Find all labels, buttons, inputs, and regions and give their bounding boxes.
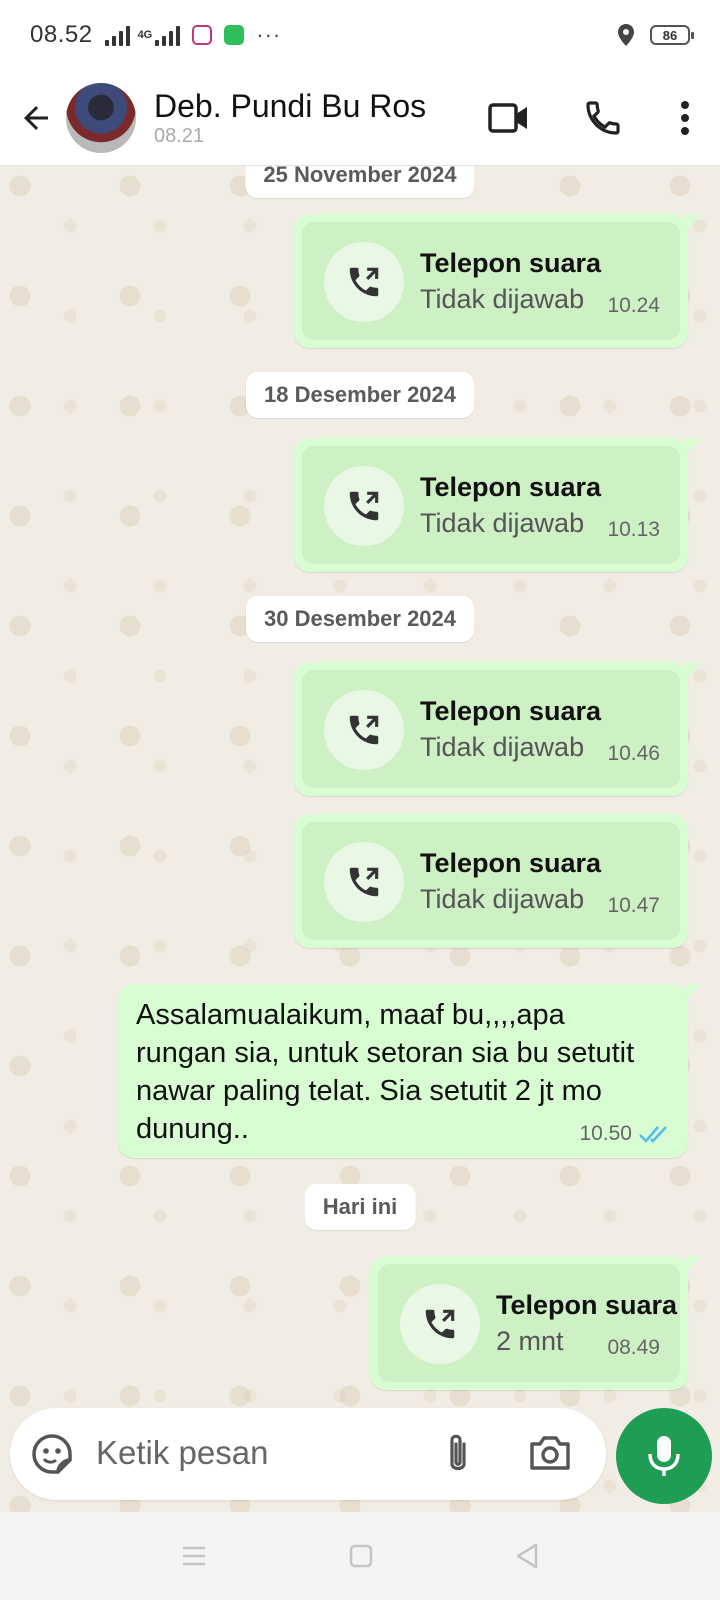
back-button[interactable] bbox=[6, 88, 66, 148]
home-icon[interactable] bbox=[348, 1543, 374, 1569]
sticker-button[interactable] bbox=[28, 1430, 76, 1483]
attach-button[interactable] bbox=[438, 1430, 478, 1483]
status-time: 08.52 bbox=[30, 21, 93, 48]
camera-button[interactable] bbox=[528, 1432, 572, 1477]
voice-call-button[interactable] bbox=[556, 70, 650, 166]
call-card: Telepon suara Tidak dijawab 10.24 bbox=[302, 222, 680, 340]
more-notifications-icon: ··· bbox=[256, 22, 282, 47]
call-title: Telepon suara bbox=[420, 848, 602, 878]
call-card: Telepon suara Tidak dijawab 10.46 bbox=[302, 670, 680, 788]
system-nav-bar bbox=[0, 1512, 720, 1600]
chat-area[interactable]: 25 November 2024 Telepon suara Tidak dij… bbox=[0, 166, 720, 1512]
outgoing-call-icon bbox=[324, 690, 404, 770]
status-bar: 08.52 4G ··· 86 bbox=[0, 0, 720, 70]
call-message[interactable]: Telepon suara Tidak dijawab 10.46 bbox=[294, 662, 702, 796]
message-time: 10.46 bbox=[607, 742, 660, 765]
app-notification-icon bbox=[224, 25, 245, 45]
call-status: Tidak dijawab bbox=[420, 284, 585, 314]
instagram-icon bbox=[192, 25, 213, 45]
date-separator: 18 Desember 2024 bbox=[245, 372, 475, 418]
date-separator: 25 November 2024 bbox=[245, 166, 475, 198]
call-message[interactable]: Telepon suara 2 mnt 08.49 bbox=[370, 1256, 702, 1390]
menu-icon[interactable] bbox=[180, 1544, 208, 1568]
battery-level: 86 bbox=[662, 27, 678, 43]
call-title: Telepon suara bbox=[496, 1290, 678, 1320]
message-text: Assalamualaikum, maaf bu,,,,apa rungan s… bbox=[136, 999, 635, 1145]
mic-icon bbox=[648, 1436, 680, 1476]
video-call-button[interactable] bbox=[462, 70, 556, 166]
call-status: Tidak dijawab bbox=[420, 508, 585, 538]
video-call-icon bbox=[488, 102, 527, 133]
call-card: Telepon suara Tidak dijawab 10.47 bbox=[302, 822, 680, 940]
outgoing-call-icon bbox=[324, 242, 404, 322]
call-status: 2 mnt bbox=[496, 1326, 564, 1356]
signal-icon bbox=[104, 24, 130, 46]
double-check-icon bbox=[639, 1126, 667, 1143]
signal-icon-2 bbox=[155, 24, 181, 46]
more-options-button[interactable] bbox=[650, 70, 720, 166]
chat-header: Deb. Pundi Bu Ros 08.21 bbox=[0, 70, 720, 166]
voice-message-button[interactable] bbox=[616, 1408, 712, 1504]
call-card: Telepon suara Tidak dijawab 10.13 bbox=[302, 446, 680, 564]
contact-name: Deb. Pundi Bu Ros bbox=[154, 87, 427, 124]
attach-icon bbox=[450, 1434, 466, 1471]
call-status: Tidak dijawab bbox=[420, 732, 585, 762]
contact-avatar[interactable] bbox=[66, 82, 136, 153]
location-icon bbox=[618, 24, 634, 46]
text-message[interactable]: Assalamualaikum, maaf bu,,,,apa rungan s… bbox=[118, 984, 702, 1158]
outgoing-call-icon bbox=[324, 466, 404, 546]
battery-indicator: 86 bbox=[650, 25, 694, 45]
more-options-icon bbox=[681, 100, 689, 135]
message-time: 10.47 bbox=[607, 894, 660, 917]
call-title: Telepon suara bbox=[420, 472, 602, 502]
date-separator: 30 Desember 2024 bbox=[245, 596, 475, 642]
call-message[interactable]: Telepon suara Tidak dijawab 10.47 bbox=[294, 814, 688, 948]
call-title: Telepon suara bbox=[420, 248, 602, 278]
call-message[interactable]: Telepon suara Tidak dijawab 10.13 bbox=[294, 438, 702, 572]
call-title: Telepon suara bbox=[420, 696, 602, 726]
message-time: 10.50 bbox=[579, 1122, 632, 1145]
outgoing-call-icon bbox=[400, 1284, 480, 1364]
date-separator: Hari ini bbox=[304, 1184, 416, 1230]
contact-info[interactable]: Deb. Pundi Bu Ros 08.21 bbox=[154, 88, 426, 148]
message-time: 10.24 bbox=[607, 294, 660, 317]
sticker-icon bbox=[32, 1434, 72, 1474]
back-arrow-icon bbox=[24, 105, 48, 130]
call-status: Tidak dijawab bbox=[420, 884, 585, 914]
last-seen: 08.21 bbox=[154, 124, 205, 147]
message-time: 08.49 bbox=[607, 1336, 660, 1359]
outgoing-call-icon bbox=[324, 842, 404, 922]
voice-call-icon bbox=[586, 100, 620, 135]
network-type: 4G bbox=[137, 29, 153, 41]
message-composer[interactable]: Ketik pesan bbox=[10, 1408, 606, 1500]
message-input[interactable]: Ketik pesan bbox=[96, 1434, 268, 1472]
camera-icon bbox=[530, 1436, 570, 1470]
back-nav-icon[interactable] bbox=[514, 1542, 540, 1570]
call-message[interactable]: Telepon suara Tidak dijawab 10.24 bbox=[294, 214, 702, 348]
message-time: 10.13 bbox=[607, 518, 660, 541]
call-card: Telepon suara 2 mnt 08.49 bbox=[378, 1264, 680, 1382]
